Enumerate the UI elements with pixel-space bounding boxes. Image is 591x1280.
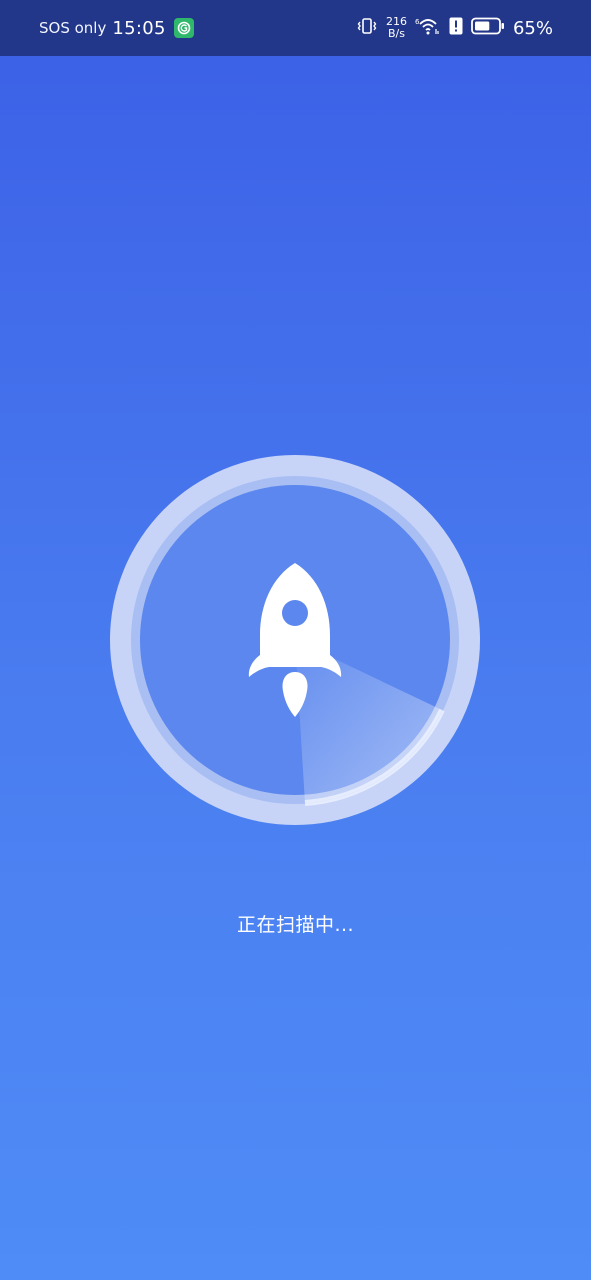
battery-icon bbox=[471, 17, 505, 39]
network-speed-unit: B/s bbox=[387, 27, 405, 40]
clock: 15:05 bbox=[112, 17, 166, 39]
scan-animation bbox=[110, 455, 480, 825]
carrier-label: SOS only bbox=[39, 19, 107, 37]
status-bar-right: 216 B/s 6 65% bbox=[356, 16, 553, 40]
scanner-svg bbox=[110, 455, 480, 825]
alert-icon bbox=[449, 17, 463, 39]
battery-percent: 65% bbox=[512, 17, 553, 39]
vibrate-icon bbox=[356, 16, 378, 40]
battery-fill bbox=[474, 21, 490, 31]
app-notification-icon bbox=[173, 18, 194, 38]
status-bar: SOS only 15:05 216 B/s 6 65% bbox=[0, 0, 591, 56]
wifi-icon: 6 bbox=[415, 16, 441, 40]
network-speed: 216 B/s bbox=[386, 16, 407, 40]
svg-text:6: 6 bbox=[415, 18, 420, 26]
scan-status-text: 正在扫描中... bbox=[236, 914, 355, 936]
status-bar-left: SOS only 15:05 bbox=[39, 18, 194, 39]
